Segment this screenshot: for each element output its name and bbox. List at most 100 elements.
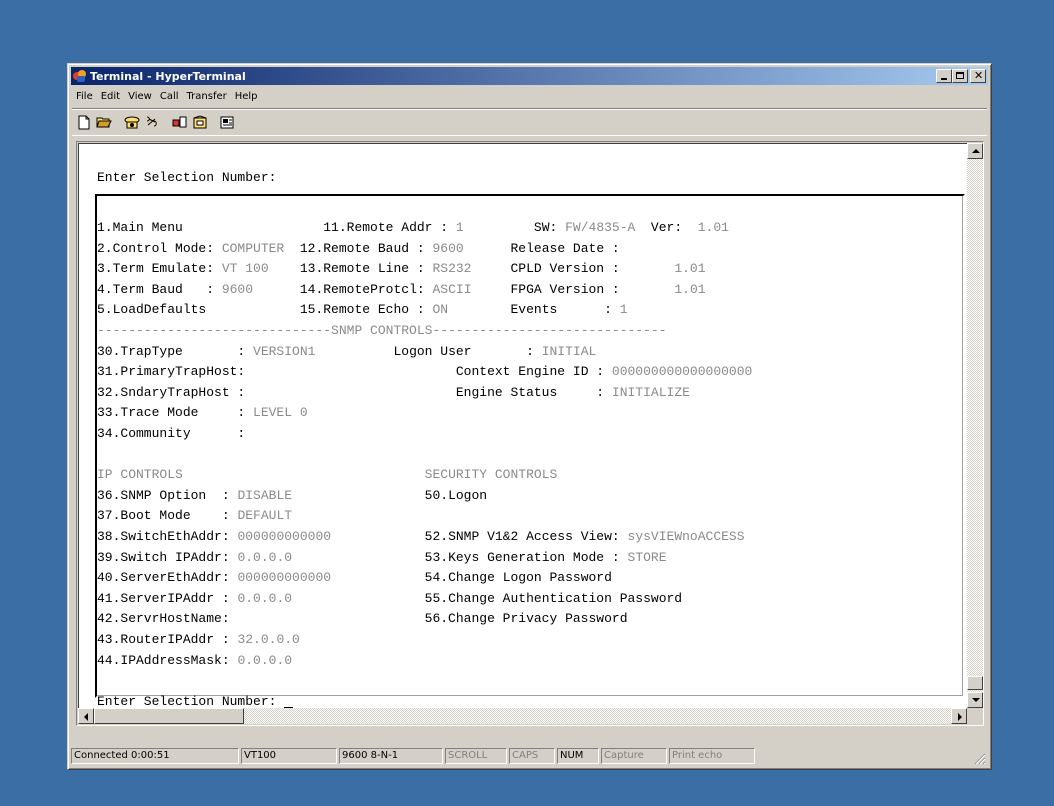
menu-help[interactable]: Help bbox=[231, 91, 262, 102]
status-scroll: SCROLL bbox=[445, 748, 507, 764]
menu-view[interactable]: View bbox=[124, 91, 156, 102]
terminal-value: 1 bbox=[455, 220, 464, 235]
terminal-value: DEFAULT bbox=[237, 508, 293, 524]
hyperterminal-window: Terminal - HyperTerminal ✕ File Edit View C… bbox=[67, 63, 992, 770]
terminal-label: 34.Community : bbox=[97, 426, 246, 441]
minimize-button[interactable] bbox=[936, 69, 952, 83]
terminal-value: 0.0.0.0 bbox=[237, 549, 293, 565]
terminal-label: 38.SwitchEthAddr: bbox=[97, 529, 238, 544]
terminal-line: 44.IPAddressMask: 0.0.0.0 bbox=[97, 651, 292, 671]
terminal-label: Ver: bbox=[635, 220, 698, 235]
terminal-label: CPLD Version : bbox=[471, 261, 675, 277]
terminal-line: 33.Trace Mode : LEVEL 0 bbox=[97, 403, 308, 423]
terminal-screen[interactable]: Enter Selection Number: 1.Main Menu 11.Re… bbox=[78, 143, 967, 708]
new-icon[interactable] bbox=[74, 112, 94, 132]
terminal-label: 32.SndaryTrapHost : bbox=[97, 384, 246, 400]
terminal-value: 000000000000 bbox=[237, 529, 332, 544]
terminal-value: 9600 bbox=[432, 240, 464, 256]
maximize-button[interactable] bbox=[952, 69, 968, 83]
terminal-label: Logon User : bbox=[315, 343, 542, 359]
disconnect-icon[interactable] bbox=[142, 112, 162, 132]
terminal-value: 000000000000000000 bbox=[611, 364, 753, 380]
terminal-label: 1.Main Menu bbox=[97, 220, 183, 235]
send-icon[interactable] bbox=[170, 112, 190, 132]
menu-call[interactable]: Call bbox=[156, 91, 183, 102]
menu-edit[interactable]: Edit bbox=[97, 91, 124, 102]
terminal-label: 11.Remote Addr : bbox=[182, 220, 456, 235]
terminal-line: 41.ServerIPAddr : 0.0.0.0 55.Change Auth… bbox=[97, 589, 682, 609]
terminal-value: 1.01 bbox=[674, 281, 706, 297]
terminal-label: 12.Remote Baud : bbox=[284, 240, 433, 256]
connect-icon[interactable] bbox=[122, 112, 142, 132]
terminal-value: 9600 bbox=[221, 281, 254, 297]
terminal-value: 1.01 bbox=[697, 220, 729, 235]
menu-transfer[interactable]: Transfer bbox=[183, 91, 231, 102]
hyperterminal-icon bbox=[73, 69, 87, 83]
terminal-label bbox=[183, 467, 425, 482]
terminal-value: STORE bbox=[627, 549, 667, 565]
vertical-scrollbar[interactable] bbox=[967, 143, 983, 708]
terminal-line: 30.TrapType : VERSION1 Logon User : INIT… bbox=[97, 342, 596, 362]
horizontal-scroll-thumb[interactable] bbox=[94, 708, 244, 724]
terminal-label: 33.Trace Mode : bbox=[97, 405, 254, 421]
terminal-value: SNMP CONTROLS bbox=[331, 323, 433, 338]
horizontal-scrollbar[interactable] bbox=[78, 708, 967, 724]
terminal-label: 31.PrimaryTrapHost: bbox=[97, 364, 246, 380]
terminal-line: 36.SNMP Option : DISABLE 50.Logon bbox=[97, 486, 487, 506]
properties-icon[interactable] bbox=[218, 112, 238, 132]
menu-file[interactable]: File bbox=[72, 91, 97, 102]
terminal-value: ON bbox=[432, 302, 449, 318]
terminal-label: 5.LoadDefaults bbox=[97, 302, 207, 318]
status-bar: Connected 0:00:51 VT100 9600 8-N-1 SCROL… bbox=[71, 748, 988, 766]
open-icon[interactable] bbox=[94, 112, 114, 132]
scroll-down-button[interactable] bbox=[967, 692, 983, 708]
close-button[interactable]: ✕ bbox=[970, 69, 986, 83]
terminal-line: 42.ServrHostName: 56.Change Privacy Pass… bbox=[97, 609, 628, 629]
terminal-label: 50.Logon bbox=[292, 487, 488, 503]
terminal-label: SW: bbox=[463, 220, 566, 235]
window-title: Terminal - HyperTerminal bbox=[90, 69, 246, 83]
terminal-value: INITIAL bbox=[541, 343, 597, 359]
terminal-line: 5.LoadDefaults 15.Remote Echo : ON Event… bbox=[97, 300, 628, 320]
resize-grip-icon[interactable] bbox=[974, 753, 986, 765]
status-emulation: VT100 bbox=[241, 748, 337, 764]
terminal-value: IP CONTROLS bbox=[97, 467, 183, 483]
terminal-label: 52.SNMP V1&2 Access View: bbox=[331, 529, 628, 544]
terminal-label: 54.Change Logon Password bbox=[331, 570, 612, 586]
scroll-left-button[interactable] bbox=[78, 708, 94, 724]
terminal-value: RS232 bbox=[432, 261, 472, 277]
terminal-value: INITIALIZE bbox=[611, 384, 690, 400]
terminal-line: 43.RouterIPAddr : 32.0.0.0 bbox=[97, 630, 300, 650]
terminal-value: DISABLE bbox=[237, 487, 293, 503]
terminal-value: 1 bbox=[619, 302, 628, 318]
terminal-line: 3.Term Emulate: VT 100 13.Remote Line : … bbox=[97, 259, 706, 279]
terminal-label: FPGA Version : bbox=[471, 281, 675, 297]
terminal-label: 53.Keys Generation Mode : bbox=[292, 549, 628, 565]
terminal-value: COMPUTER bbox=[221, 240, 285, 256]
terminal-label: Engine Status : bbox=[245, 384, 612, 400]
scroll-thumb[interactable] bbox=[967, 676, 983, 690]
scroll-up-button[interactable] bbox=[967, 143, 983, 159]
receive-icon[interactable] bbox=[190, 112, 210, 132]
terminal-frame: Enter Selection Number: 1.Main Menu 11.Re… bbox=[76, 141, 984, 726]
terminal-label: 41.ServerIPAddr : bbox=[97, 590, 238, 606]
status-capture: Capture bbox=[601, 748, 667, 764]
terminal-value: 0.0.0.0 bbox=[237, 652, 293, 668]
status-num: NUM bbox=[557, 748, 599, 764]
terminal-line: 2.Control Mode: COMPUTER 12.Remote Baud … bbox=[97, 239, 620, 259]
terminal-value: 1.01 bbox=[674, 261, 706, 277]
terminal-line: 34.Community : bbox=[97, 424, 245, 444]
status-connected: Connected 0:00:51 bbox=[71, 748, 239, 764]
terminal-value: FW/4835-A bbox=[565, 220, 636, 235]
terminal-line: IP CONTROLS SECURITY CONTROLS bbox=[97, 465, 557, 485]
terminal-line: 40.ServerEthAddr: 000000000000 54.Change… bbox=[97, 568, 612, 588]
terminal-label: Events : bbox=[448, 302, 620, 318]
header-prompt: Enter Selection Number: bbox=[97, 170, 277, 185]
terminal-value: ASCII bbox=[432, 281, 472, 297]
terminal-label: 30.TrapType : bbox=[97, 343, 254, 359]
terminal-label: Release Date : bbox=[463, 240, 620, 256]
terminal-line: 32.SndaryTrapHost : Engine Status : INIT… bbox=[97, 383, 690, 403]
title-bar[interactable]: Terminal - HyperTerminal ✕ bbox=[71, 67, 988, 85]
status-print-echo: Print echo bbox=[669, 748, 755, 764]
scroll-right-button[interactable] bbox=[951, 708, 967, 724]
